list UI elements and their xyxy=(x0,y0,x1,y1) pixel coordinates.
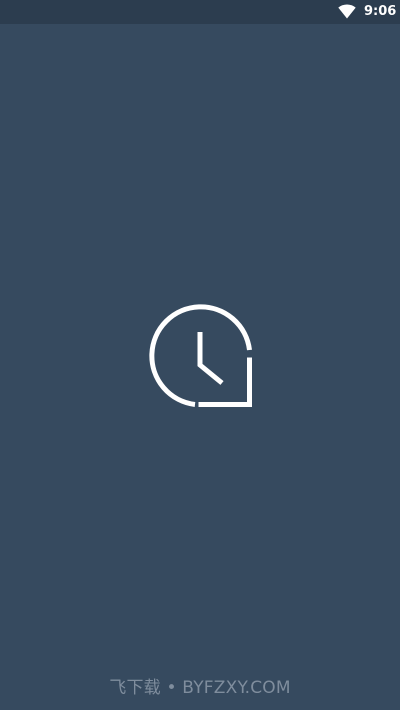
clock-icon xyxy=(149,304,252,407)
status-bar: 9:06 xyxy=(0,0,400,24)
wifi-icon xyxy=(338,4,356,19)
watermark-text: 飞下载 • BYFZXY.COM xyxy=(109,678,291,698)
status-time: 9:06 xyxy=(364,4,397,19)
splash-screen: 9:06 飞下载 • BYFZXY.COM xyxy=(0,0,400,710)
